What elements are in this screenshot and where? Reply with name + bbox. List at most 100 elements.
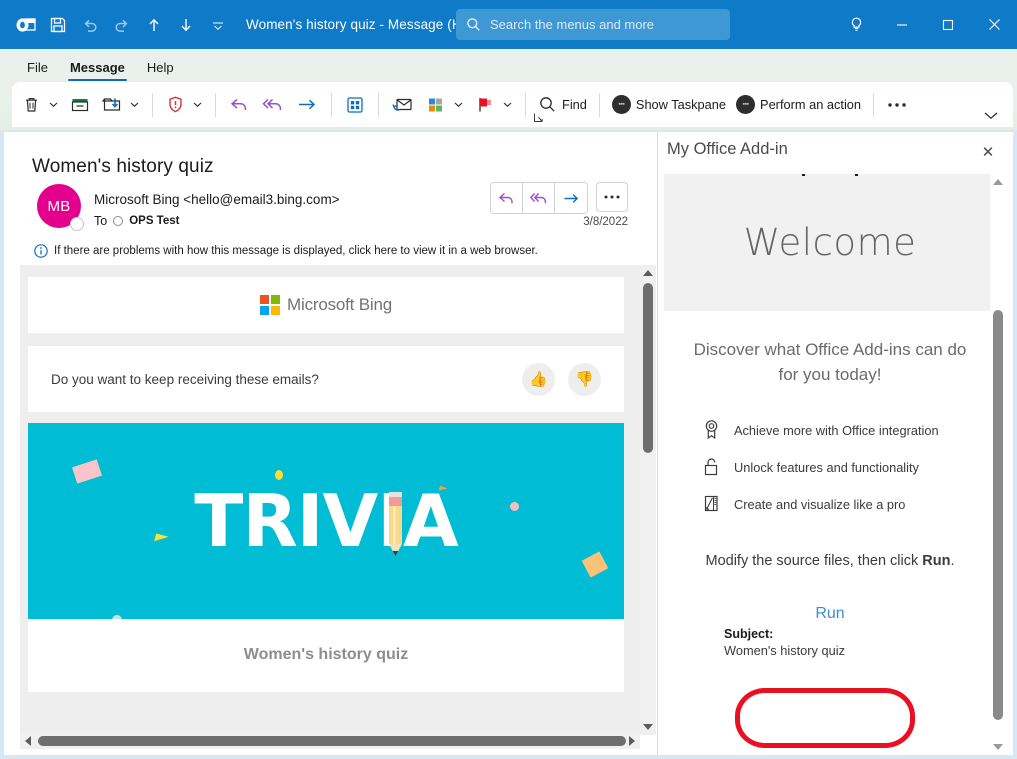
run-button[interactable]: Run [664, 605, 996, 623]
info-bar[interactable]: If there are problems with how this mess… [34, 244, 538, 258]
categorize-squares-icon [425, 94, 447, 115]
show-taskpane-label: Show Taskpane [635, 97, 727, 112]
window-controls [833, 0, 1017, 49]
feedback-card: Do you want to keep receiving these emai… [28, 346, 624, 412]
scroll-up-arrow-icon[interactable] [640, 265, 656, 281]
body-scroll-thumb[interactable] [643, 283, 653, 453]
scroll-up-arrow-icon[interactable] [990, 174, 1006, 190]
feature-label: Unlock features and functionality [734, 460, 919, 476]
ribbon-overflow-button[interactable] [881, 86, 913, 123]
archive-button[interactable] [64, 86, 96, 123]
scroll-down-arrow-icon[interactable] [990, 739, 1006, 755]
unlock-padlock-icon [702, 456, 721, 480]
scroll-left-arrow-icon[interactable] [20, 733, 36, 749]
taskpane-vertical-scrollbar[interactable] [990, 174, 1006, 755]
taskpane-scroll-thumb[interactable] [993, 310, 1003, 720]
scroll-down-arrow-icon[interactable] [640, 719, 656, 735]
forward-button[interactable] [290, 86, 324, 123]
title-bar: Women's history quiz - Message (HT... Se… [0, 0, 1017, 49]
reply-button[interactable] [491, 183, 523, 213]
brand-name: Microsoft Bing [287, 295, 392, 314]
reply-all-button[interactable] [523, 183, 555, 213]
chevron-down-icon [452, 100, 464, 109]
reply-button[interactable] [223, 86, 256, 123]
junk-button[interactable] [160, 86, 208, 123]
close-button[interactable] [971, 0, 1017, 49]
quick-access-toolbar [0, 9, 234, 41]
reply-icon [228, 94, 251, 115]
body-vertical-scrollbar[interactable] [640, 265, 656, 735]
addin-logo-icon [802, 174, 858, 176]
outlook-app-icon[interactable] [10, 9, 42, 41]
move-to-folder-icon [101, 94, 123, 115]
confetti-shape [112, 615, 122, 619]
brand-header-card: Microsoft Bing [28, 277, 624, 333]
flag-icon [474, 94, 496, 115]
body-hscroll-thumb[interactable] [38, 736, 626, 746]
scroll-right-arrow-icon[interactable] [624, 733, 640, 749]
forward-arrow-icon [295, 94, 319, 115]
read-unread-button[interactable] [386, 86, 420, 123]
presence-indicator [70, 217, 84, 231]
message-body-content: Microsoft Bing Do you want to keep recei… [20, 265, 632, 692]
categorize-button[interactable] [420, 86, 469, 123]
tab-file[interactable]: File [17, 57, 58, 81]
previous-item-icon[interactable] [138, 9, 170, 41]
tab-message[interactable]: Message [60, 57, 135, 81]
ribbon-divider [525, 92, 526, 117]
trash-icon [21, 94, 42, 115]
ribbon-divider [378, 92, 379, 117]
recipient-name[interactable]: OPS Test [129, 215, 179, 227]
thumbs-up-icon[interactable]: 👍 [522, 362, 555, 396]
show-taskpane-button[interactable]: ▪▪▪ Show Taskpane [607, 86, 731, 123]
reply-icon [498, 192, 513, 203]
save-icon[interactable] [42, 9, 74, 41]
more-actions-button[interactable] [596, 182, 628, 212]
ribbon-divider [873, 92, 875, 117]
chevron-down-icon [501, 100, 513, 109]
reply-all-button[interactable] [256, 86, 290, 123]
follow-up-button[interactable] [469, 86, 518, 123]
ellipsis-icon [886, 101, 908, 109]
addin-badge-icon: ▪▪▪ [736, 95, 756, 114]
tell-me-lightbulb-icon[interactable] [833, 0, 879, 49]
chart-pencil-icon [702, 493, 721, 517]
taskpane-hero: Welcome [664, 174, 996, 311]
maximize-button[interactable] [925, 0, 971, 49]
taskpane-hero-text: Welcome [743, 221, 917, 264]
delete-button[interactable] [16, 86, 64, 123]
message-subject: Women's history quiz [32, 156, 214, 177]
forward-arrow-icon [564, 193, 579, 203]
minimize-button[interactable] [879, 0, 925, 49]
ribbon-divider [215, 92, 216, 117]
instructions-prefix: Modify the source files, then click [705, 553, 923, 570]
reply-all-icon [261, 94, 285, 115]
message-body: Microsoft Bing Do you want to keep recei… [20, 265, 656, 735]
tags-dialog-launcher[interactable] [533, 110, 544, 128]
thumbs-down-icon[interactable]: 👎 [568, 362, 601, 396]
feedback-question: Do you want to keep receiving these emai… [51, 371, 319, 387]
ribbon-divider [152, 92, 153, 117]
ribbon-award-icon [702, 419, 721, 443]
quick-steps-button[interactable] [339, 86, 371, 123]
tab-help[interactable]: Help [137, 57, 184, 81]
message-date: 3/8/2022 [583, 216, 628, 228]
list-item: Unlock features and functionality [702, 449, 996, 486]
subject-output-block: Subject: Women's history quiz [664, 627, 996, 658]
taskpane-feature-list: Achieve more with Office integration Unl… [664, 412, 996, 523]
chevron-down-icon [47, 100, 59, 109]
next-item-icon[interactable] [170, 9, 202, 41]
perform-action-button[interactable]: ▪▪▪ Perform an action [731, 86, 866, 123]
email-headline: Women's history quiz [243, 646, 409, 663]
search-input[interactable]: Search the menus and more [456, 9, 730, 40]
customize-quick-access-icon[interactable] [202, 9, 234, 41]
body-horizontal-scrollbar[interactable] [20, 733, 640, 749]
addin-badge-icon: ▪▪▪ [611, 95, 631, 114]
redo-icon[interactable] [106, 9, 138, 41]
move-button[interactable] [96, 86, 145, 123]
collapse-ribbon-button[interactable] [983, 108, 999, 126]
undo-icon[interactable] [74, 9, 106, 41]
taskpane-header: My Office Add-in ✕ [658, 132, 1014, 172]
forward-button[interactable] [555, 183, 587, 213]
taskpane-close-icon[interactable]: ✕ [978, 142, 998, 162]
